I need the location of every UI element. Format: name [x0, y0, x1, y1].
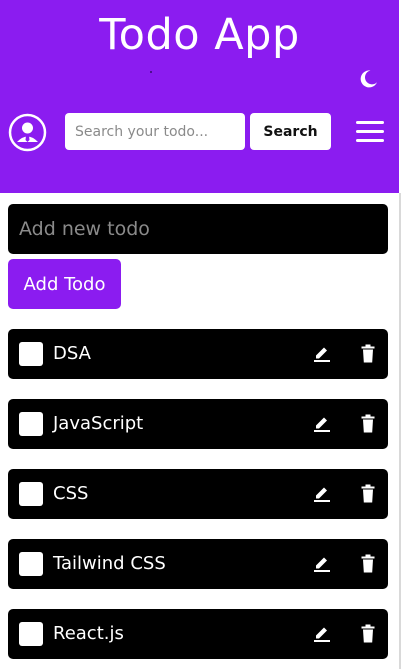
todo-text: DSA — [53, 343, 91, 364]
todo-checkbox[interactable] — [19, 482, 43, 506]
trash-icon — [361, 414, 375, 433]
todo-text: Tailwind CSS — [53, 553, 166, 574]
trash-icon — [361, 484, 375, 503]
todo-item: CSS — [8, 469, 388, 519]
trash-icon — [361, 554, 375, 573]
todo-text: CSS — [53, 483, 89, 504]
search-input[interactable] — [65, 113, 245, 150]
new-todo-input[interactable] — [8, 204, 388, 254]
edit-button[interactable] — [313, 414, 331, 432]
menu-button[interactable] — [356, 121, 384, 143]
moon-icon — [360, 70, 377, 88]
edit-button[interactable] — [313, 344, 331, 362]
theme-toggle-button[interactable] — [357, 68, 379, 90]
user-avatar-icon — [8, 113, 47, 152]
todo-text: React.js — [53, 623, 124, 644]
delete-button[interactable] — [360, 484, 376, 503]
pencil-icon — [314, 487, 330, 502]
todo-checkbox[interactable] — [19, 622, 43, 646]
todo-checkbox[interactable] — [19, 342, 43, 366]
todo-checkbox[interactable] — [19, 552, 43, 576]
profile-button[interactable] — [8, 113, 47, 152]
delete-button[interactable] — [360, 624, 376, 643]
app-header: Todo App Search — [0, 0, 399, 193]
todo-item: Tailwind CSS — [8, 539, 388, 589]
todo-item: JavaScript — [8, 399, 388, 449]
title-dot — [150, 71, 152, 73]
edit-button[interactable] — [313, 554, 331, 572]
todo-text: JavaScript — [53, 413, 144, 434]
search-button[interactable]: Search — [250, 113, 331, 150]
edit-button[interactable] — [313, 484, 331, 502]
app-title: Todo App — [99, 10, 300, 60]
add-todo-button[interactable]: Add Todo — [8, 259, 121, 309]
trash-icon — [361, 624, 375, 643]
pencil-icon — [314, 347, 330, 362]
pencil-icon — [314, 557, 330, 572]
pencil-icon — [314, 417, 330, 432]
delete-button[interactable] — [360, 554, 376, 573]
todo-item: React.js — [8, 609, 388, 659]
delete-button[interactable] — [360, 344, 376, 363]
trash-icon — [361, 344, 375, 363]
pencil-icon — [314, 627, 330, 642]
todo-item: DSA — [8, 329, 388, 379]
todo-checkbox[interactable] — [19, 412, 43, 436]
edit-button[interactable] — [313, 624, 331, 642]
delete-button[interactable] — [360, 414, 376, 433]
